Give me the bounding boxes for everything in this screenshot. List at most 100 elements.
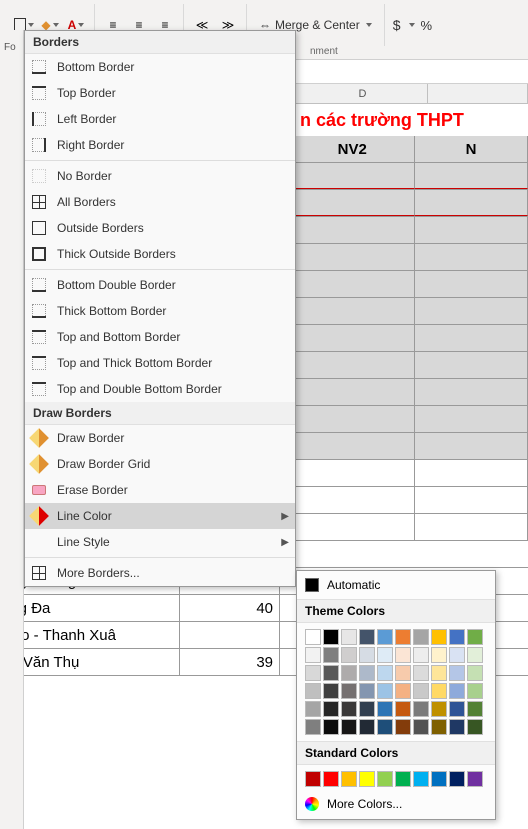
outside-borders-item[interactable]: Outside Borders — [25, 215, 295, 241]
cell[interactable] — [290, 298, 415, 324]
cell[interactable] — [290, 190, 415, 216]
color-swatch[interactable] — [449, 665, 465, 681]
cell[interactable]: Đạo - Thanh Xuâ — [0, 622, 180, 648]
cell[interactable] — [415, 244, 528, 270]
color-swatch[interactable] — [395, 683, 411, 699]
cell[interactable] — [290, 325, 415, 351]
cell[interactable] — [290, 460, 415, 486]
color-swatch[interactable] — [359, 719, 375, 735]
left-border-item[interactable]: Left Border — [25, 106, 295, 132]
line-style-item[interactable]: Line Style▶ — [25, 529, 295, 555]
cell[interactable]: ng Văn Thụ — [0, 649, 180, 675]
cell[interactable] — [290, 433, 415, 459]
color-swatch[interactable] — [413, 647, 429, 663]
cell[interactable] — [290, 487, 415, 513]
color-swatch[interactable] — [413, 771, 429, 787]
draw-border-grid-item[interactable]: Draw Border Grid — [25, 451, 295, 477]
color-swatch[interactable] — [431, 665, 447, 681]
more-borders-item[interactable]: More Borders... — [25, 560, 295, 586]
color-swatch[interactable] — [377, 647, 393, 663]
color-swatch[interactable] — [431, 647, 447, 663]
color-swatch[interactable] — [305, 629, 321, 645]
color-swatch[interactable] — [323, 629, 339, 645]
cell[interactable]: 40 — [180, 595, 280, 621]
color-swatch[interactable] — [377, 629, 393, 645]
color-swatch[interactable] — [467, 719, 483, 735]
automatic-color-item[interactable]: Automatic — [297, 571, 495, 599]
color-swatch[interactable] — [395, 647, 411, 663]
cell[interactable] — [180, 622, 280, 648]
cell[interactable] — [290, 217, 415, 243]
top-bottom-border-item[interactable]: Top and Bottom Border — [25, 324, 295, 350]
color-swatch[interactable] — [305, 665, 321, 681]
cell[interactable] — [415, 514, 528, 540]
color-swatch[interactable] — [413, 629, 429, 645]
color-swatch[interactable] — [431, 771, 447, 787]
color-swatch[interactable] — [323, 701, 339, 717]
color-swatch[interactable] — [341, 719, 357, 735]
color-swatch[interactable] — [395, 771, 411, 787]
cell[interactable] — [290, 514, 415, 540]
color-swatch[interactable] — [431, 719, 447, 735]
color-swatch[interactable] — [449, 647, 465, 663]
cell[interactable] — [415, 352, 528, 378]
top-border-item[interactable]: Top Border — [25, 80, 295, 106]
color-swatch[interactable] — [341, 701, 357, 717]
col-header-e[interactable] — [428, 84, 528, 103]
color-swatch[interactable] — [467, 647, 483, 663]
color-swatch[interactable] — [305, 647, 321, 663]
cell[interactable] — [415, 271, 528, 297]
cell[interactable] — [290, 352, 415, 378]
color-swatch[interactable] — [467, 629, 483, 645]
color-swatch[interactable] — [305, 719, 321, 735]
cell[interactable] — [415, 298, 528, 324]
color-swatch[interactable] — [305, 683, 321, 699]
cell[interactable]: 39 — [180, 649, 280, 675]
cell[interactable] — [290, 244, 415, 270]
color-swatch[interactable] — [341, 683, 357, 699]
erase-border-item[interactable]: Erase Border — [25, 477, 295, 503]
color-swatch[interactable] — [377, 701, 393, 717]
color-swatch[interactable] — [449, 629, 465, 645]
currency-button[interactable]: $ — [393, 17, 401, 33]
color-swatch[interactable] — [377, 665, 393, 681]
color-swatch[interactable] — [413, 665, 429, 681]
cell[interactable] — [290, 163, 415, 189]
color-swatch[interactable] — [449, 719, 465, 735]
no-border-item[interactable]: No Border — [25, 163, 295, 189]
color-swatch[interactable] — [449, 701, 465, 717]
color-swatch[interactable] — [323, 665, 339, 681]
color-swatch[interactable] — [395, 665, 411, 681]
cell[interactable] — [415, 217, 528, 243]
color-swatch[interactable] — [431, 683, 447, 699]
color-swatch[interactable] — [431, 701, 447, 717]
top-double-bottom-border-item[interactable]: Top and Double Bottom Border — [25, 376, 295, 402]
color-swatch[interactable] — [359, 701, 375, 717]
color-swatch[interactable] — [413, 683, 429, 699]
cell-nv3-header[interactable]: N — [415, 136, 528, 162]
color-swatch[interactable] — [341, 771, 357, 787]
color-swatch[interactable] — [377, 771, 393, 787]
color-swatch[interactable] — [305, 701, 321, 717]
top-thick-bottom-border-item[interactable]: Top and Thick Bottom Border — [25, 350, 295, 376]
color-swatch[interactable] — [341, 665, 357, 681]
color-swatch[interactable] — [449, 771, 465, 787]
cell[interactable] — [290, 379, 415, 405]
color-swatch[interactable] — [323, 683, 339, 699]
cell[interactable] — [415, 487, 528, 513]
color-swatch[interactable] — [395, 701, 411, 717]
color-swatch[interactable] — [467, 665, 483, 681]
cell[interactable] — [290, 271, 415, 297]
color-swatch[interactable] — [467, 683, 483, 699]
color-swatch[interactable] — [413, 719, 429, 735]
color-swatch[interactable] — [323, 647, 339, 663]
color-swatch[interactable] — [467, 701, 483, 717]
right-border-item[interactable]: Right Border — [25, 132, 295, 158]
percent-button[interactable]: % — [421, 18, 433, 33]
color-swatch[interactable] — [341, 647, 357, 663]
cell-nv2-header[interactable]: NV2 — [290, 136, 415, 162]
cell[interactable] — [415, 163, 528, 189]
color-swatch[interactable] — [359, 683, 375, 699]
cell[interactable] — [415, 379, 528, 405]
bottom-double-border-item[interactable]: Bottom Double Border — [25, 272, 295, 298]
